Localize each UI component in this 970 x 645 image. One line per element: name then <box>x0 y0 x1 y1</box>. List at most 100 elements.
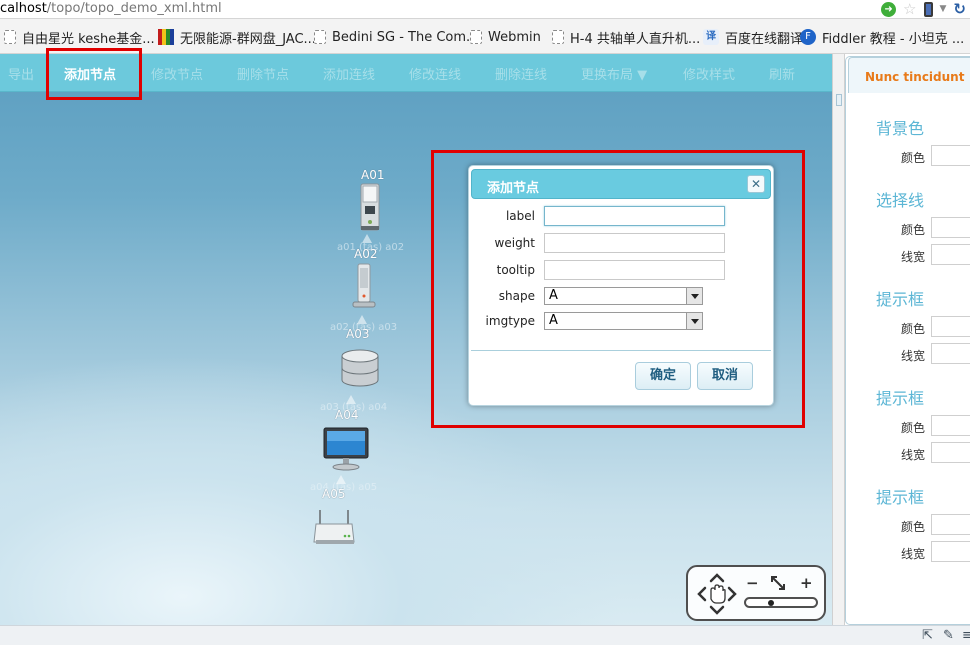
database-icon[interactable] <box>338 344 382 390</box>
tooltip1-width-input[interactable] <box>931 343 970 364</box>
server-tower-icon[interactable] <box>355 182 385 232</box>
bookmark-item[interactable]: 无限能源-群网盘_JAC... <box>158 28 316 47</box>
field-label: 颜色 <box>901 223 926 237</box>
field-row-label: label <box>469 206 775 228</box>
status-bar: ⇱ ✎ ≡ <box>0 625 970 645</box>
toolbar-change-layout[interactable]: 更换布局 ▼ <box>581 64 647 83</box>
toolbar-export[interactable]: 导出 <box>8 64 34 83</box>
toolbar-edit-style[interactable]: 修改样式 <box>683 64 735 83</box>
bookmark-item[interactable]: F Fiddler 教程 - 小坦克 ... <box>800 28 965 47</box>
tooltip3-color-input[interactable] <box>931 514 970 535</box>
bookmark-item[interactable]: H-4 共轴单人直升机... <box>552 28 700 47</box>
tools-icon[interactable]: ✎ <box>943 628 954 643</box>
toolbar-edit-link[interactable]: 修改连线 <box>409 64 461 83</box>
field-label: 颜色 <box>901 322 926 336</box>
edge-arrow <box>362 234 372 243</box>
field-label: 线宽 <box>901 250 926 264</box>
fiddler-icon: F <box>800 29 816 45</box>
fit-to-screen-icon[interactable] <box>770 575 786 591</box>
bookmark-label: Bedini SG - The Com... <box>332 29 479 45</box>
weight-input[interactable] <box>544 233 725 253</box>
zoom-out-button[interactable]: − <box>746 574 759 592</box>
bookmark-item[interactable]: 自由星光 keshe基金... <box>4 28 155 47</box>
field-label: 颜色 <box>901 421 926 435</box>
toolbar-delete-link[interactable]: 删除连线 <box>495 64 547 83</box>
node-label: A01 <box>361 168 385 182</box>
bookmark-item[interactable]: Bedini SG - The Com... <box>314 28 478 46</box>
toolbar-add-link[interactable]: 添加连线 <box>323 64 375 83</box>
chevron-down-icon[interactable] <box>686 313 702 329</box>
add-node-dialog: 添加节点 ✕ label weight tooltip shape A imgt… <box>468 165 774 406</box>
collapse-handle-icon[interactable] <box>836 94 842 106</box>
tab-label: Nunc tincidunt <box>865 70 965 84</box>
pan-control-icon[interactable] <box>697 573 737 615</box>
bookmark-label: Fiddler 教程 - 小坦克 ... <box>822 31 965 47</box>
mosaic-icon <box>158 29 174 45</box>
bookmark-label: 无限能源-群网盘_JAC... <box>180 31 316 47</box>
highlight-box-add-node <box>46 48 142 100</box>
refresh-icon[interactable]: ↻ <box>953 0 966 18</box>
zoom-slider[interactable] <box>744 597 818 608</box>
section-heading: 背景色 <box>876 119 925 138</box>
url-text[interactable]: calhost/topo/topo_demo_xml.html <box>0 1 222 16</box>
field-label: 线宽 <box>901 448 926 462</box>
dialog-header[interactable]: 添加节点 ✕ <box>471 169 771 199</box>
field-row-shape: shape A <box>469 286 775 308</box>
page-icon <box>4 30 16 44</box>
url-path: /topo/topo_demo_xml.html <box>46 1 222 16</box>
page-icon <box>552 30 564 44</box>
url-host: calhost <box>0 1 47 16</box>
menu-icon[interactable]: ≡ <box>962 628 970 643</box>
style-panel-frame <box>845 56 970 625</box>
field-label: shape <box>498 289 535 303</box>
close-icon[interactable]: ✕ <box>747 175 765 193</box>
arrow-right-circle-icon[interactable]: ➜ <box>881 1 897 17</box>
section-heading: 提示框 <box>876 488 925 507</box>
chevron-down-icon[interactable] <box>686 288 702 304</box>
field-label: tooltip <box>496 263 535 277</box>
imgtype-select[interactable]: A <box>544 312 703 330</box>
style-panel: Nunc tincidunt 背景色 颜色 选择线 颜色 线宽 提示框 颜色 线… <box>845 54 970 625</box>
tooltip2-color-input[interactable] <box>931 415 970 436</box>
select-line-color-input[interactable] <box>931 217 970 238</box>
zoom-in-button[interactable]: + <box>800 574 813 592</box>
edge-label: a01 (tas) a02 <box>337 242 405 253</box>
zoom-slider-handle[interactable] <box>768 600 774 606</box>
router-icon[interactable] <box>312 506 356 548</box>
label-input[interactable] <box>544 206 725 226</box>
shape-select[interactable]: A <box>544 287 703 305</box>
server-pillar-icon[interactable] <box>350 262 378 310</box>
toolbar-delete-node[interactable]: 删除节点 <box>237 64 289 83</box>
bookmark-item[interactable]: 译百度在线翻译 <box>703 28 804 47</box>
bookmark-label: Webmin <box>488 29 541 45</box>
phone-icon[interactable] <box>923 1 933 17</box>
toolbar-edit-node[interactable]: 修改节点 <box>151 64 203 83</box>
field-row-tooltip: tooltip <box>469 260 775 282</box>
share-icon[interactable]: ⇱ <box>922 628 933 643</box>
tab-nunc-tincidunt[interactable]: Nunc tincidunt <box>848 57 970 93</box>
field-label: 线宽 <box>901 547 926 561</box>
bookmark-label: 自由星光 keshe基金... <box>22 31 155 47</box>
address-bar[interactable]: calhost/topo/topo_demo_xml.html ➜ ☆ ▼ ↻ <box>0 0 970 19</box>
panel-splitter[interactable] <box>832 54 845 625</box>
bg-color-input[interactable] <box>931 145 970 166</box>
chevron-down-icon[interactable]: ▼ <box>940 4 947 14</box>
field-label: 线宽 <box>901 349 926 363</box>
tooltip1-color-input[interactable] <box>931 316 970 337</box>
field-label: imgtype <box>485 314 535 328</box>
tooltip-input[interactable] <box>544 260 725 280</box>
select-line-width-input[interactable] <box>931 244 970 265</box>
edge-arrow <box>357 315 367 324</box>
bookmark-label: 百度在线翻译 <box>725 31 804 47</box>
bookmarks-bar: 自由星光 keshe基金... 无限能源-群网盘_JAC... Bedini S… <box>0 19 970 54</box>
ok-button[interactable]: 确定 <box>635 362 691 390</box>
star-icon[interactable]: ☆ <box>903 1 916 17</box>
cancel-button[interactable]: 取消 <box>697 362 753 390</box>
bookmark-item[interactable]: Webmin <box>470 28 541 46</box>
tooltip3-width-input[interactable] <box>931 541 970 562</box>
toolbar-refresh[interactable]: 刷新 <box>769 64 795 83</box>
monitor-icon[interactable] <box>322 426 370 472</box>
tooltip2-width-input[interactable] <box>931 442 970 463</box>
field-row-imgtype: imgtype A <box>469 311 775 333</box>
field-label: weight <box>494 236 535 250</box>
